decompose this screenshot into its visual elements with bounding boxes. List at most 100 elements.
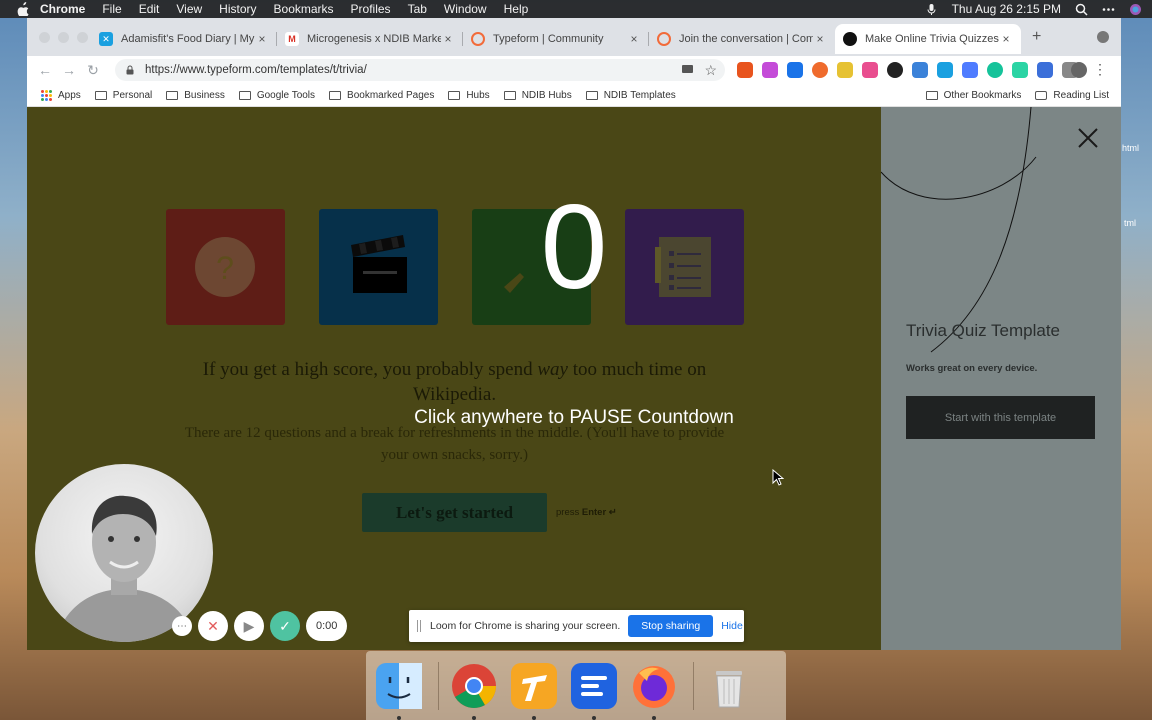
back-icon[interactable]: ←: [33, 62, 57, 78]
community-favicon-icon: [657, 32, 671, 46]
macos-dock: [366, 651, 786, 720]
desktop-file-label[interactable]: tml: [1124, 218, 1136, 228]
bookmark-label: Bookmarked Pages: [347, 89, 435, 101]
cancel-recording-button[interactable]: ✕: [198, 611, 228, 641]
close-window-button[interactable]: [39, 32, 50, 43]
bookmark-folder-other[interactable]: Other Bookmarks: [925, 90, 1022, 101]
sharing-message: Loom for Chrome is sharing your screen.: [430, 620, 621, 632]
bookmark-folder-google-tools[interactable]: Google Tools: [238, 90, 315, 101]
app-icon[interactable]: [569, 661, 619, 720]
tempo-app-icon[interactable]: [509, 661, 559, 720]
minimize-window-button[interactable]: [58, 32, 69, 43]
extension-icon[interactable]: [737, 62, 753, 78]
zoom-window-button[interactable]: [77, 32, 88, 43]
folder-icon: [448, 90, 461, 100]
firefox-icon[interactable]: [629, 661, 679, 720]
bookmark-folder-bookmarked-pages[interactable]: Bookmarked Pages: [329, 90, 434, 101]
template-headline: If you get a high score, you probably sp…: [202, 359, 707, 405]
menu-tab[interactable]: Tab: [408, 2, 427, 16]
extension-icon[interactable]: [1012, 62, 1028, 78]
tab-gmail[interactable]: M Microgenesis x NDIB Marketing ×: [277, 24, 463, 54]
spotlight-search-icon[interactable]: [1075, 3, 1088, 16]
tab-strip: ✕ Adamisfit's Food Diary | MyFitnessPal …: [27, 18, 1121, 56]
menu-edit[interactable]: Edit: [139, 2, 160, 16]
screen-sharing-bar: Loom for Chrome is sharing your screen. …: [409, 610, 744, 642]
more-options-icon[interactable]: ⋯: [172, 616, 192, 636]
reload-icon[interactable]: ↻: [81, 62, 105, 79]
siri-icon[interactable]: [1129, 3, 1142, 16]
microphone-icon[interactable]: [925, 3, 938, 16]
bookmarks-bar: Apps Personal Business Google Tools Book…: [27, 84, 1121, 107]
bookmark-apps[interactable]: Apps: [41, 89, 81, 101]
menu-history[interactable]: History: [219, 2, 256, 16]
finish-recording-button[interactable]: ✓: [270, 611, 300, 641]
extension-icon[interactable]: [1037, 62, 1053, 78]
browser-menu-icon[interactable]: ⋮: [1093, 61, 1107, 78]
reading-list-button[interactable]: Reading List: [1035, 90, 1109, 101]
stop-sharing-button[interactable]: Stop sharing: [628, 615, 714, 637]
extension-icon[interactable]: [887, 62, 903, 78]
lock-icon[interactable]: [125, 65, 135, 75]
bookmark-folder-personal[interactable]: Personal: [94, 90, 152, 101]
close-icon[interactable]: [1077, 127, 1099, 149]
window-controls: [39, 32, 88, 43]
extension-icon[interactable]: [962, 62, 978, 78]
extension-icon[interactable]: [937, 62, 953, 78]
forward-icon[interactable]: →: [57, 62, 81, 78]
bookmark-folder-ndib-hubs[interactable]: NDIB Hubs: [503, 89, 572, 101]
desktop-file-label[interactable]: html: [1122, 143, 1139, 153]
close-tab-icon[interactable]: ×: [813, 32, 827, 46]
pause-countdown-message[interactable]: Click anywhere to PAUSE Countdown: [27, 407, 1121, 429]
menu-window[interactable]: Window: [444, 2, 487, 16]
menu-profiles[interactable]: Profiles: [351, 2, 391, 16]
profile-avatar[interactable]: [1071, 62, 1087, 78]
camera-in-use-icon[interactable]: [682, 65, 693, 73]
lets-get-started-button[interactable]: Let's get started: [362, 493, 547, 532]
pause-recording-button[interactable]: ▶: [234, 611, 264, 641]
menu-bookmarks[interactable]: Bookmarks: [274, 2, 334, 16]
extension-icon[interactable]: [762, 62, 778, 78]
bookmark-label: Other Bookmarks: [943, 90, 1022, 101]
loom-recording-controls: ⋯ ✕ ▶ ✓ 0:00: [172, 611, 348, 641]
bookmark-label: Business: [184, 89, 225, 101]
tab-myfitnesspal[interactable]: ✕ Adamisfit's Food Diary | MyFitnessPal …: [91, 24, 277, 54]
tab-trivia-quizzes[interactable]: Make Online Trivia Quizzes—Free ×: [835, 24, 1021, 54]
tab-typeform-community[interactable]: Typeform | Community ×: [463, 24, 649, 54]
myfitnesspal-favicon-icon: ✕: [99, 32, 113, 46]
trash-icon[interactable]: [704, 661, 754, 711]
tab-search-icon[interactable]: [1097, 31, 1109, 43]
menu-chrome[interactable]: Chrome: [40, 2, 85, 16]
bookmark-label: NDIB Hubs: [521, 89, 572, 101]
menu-help[interactable]: Help: [504, 2, 529, 16]
close-tab-icon[interactable]: ×: [999, 32, 1013, 46]
chrome-icon[interactable]: [449, 661, 499, 720]
extension-icon[interactable]: [812, 62, 828, 78]
menu-clock[interactable]: Thu Aug 26 2:15 PM: [952, 2, 1061, 16]
extension-icon[interactable]: [837, 62, 853, 78]
menu-view[interactable]: View: [176, 2, 202, 16]
grammarly-icon[interactable]: [987, 62, 1003, 78]
recording-timer: 0:00: [306, 611, 348, 641]
close-tab-icon[interactable]: ×: [627, 32, 641, 46]
countdown-number[interactable]: 0: [27, 187, 1121, 307]
hide-sharing-bar-link[interactable]: Hide: [721, 620, 743, 632]
extension-icon[interactable]: [787, 62, 803, 78]
template-title: Trivia Quiz Template: [906, 321, 1060, 340]
bookmark-star-icon[interactable]: ☆: [704, 62, 717, 79]
extension-icon[interactable]: [912, 62, 928, 78]
address-bar[interactable]: https://www.typeform.com/templates/t/tri…: [115, 59, 725, 81]
drag-handle-icon[interactable]: [417, 620, 421, 632]
tab-join-conversation[interactable]: Join the conversation | Community ×: [649, 24, 835, 54]
close-tab-icon[interactable]: ×: [441, 32, 455, 46]
bookmark-folder-business[interactable]: Business: [166, 90, 225, 101]
new-tab-icon[interactable]: +: [1032, 28, 1041, 46]
control-center-icon[interactable]: [1102, 3, 1115, 16]
bookmark-folder-ndib-templates[interactable]: NDIB Templates: [585, 90, 676, 101]
menu-file[interactable]: File: [102, 2, 121, 16]
close-tab-icon[interactable]: ×: [255, 32, 269, 46]
url-text: https://www.typeform.com/templates/t/tri…: [145, 64, 367, 76]
bookmark-folder-hubs[interactable]: Hubs: [448, 90, 490, 101]
finder-icon[interactable]: [374, 661, 424, 720]
apple-icon[interactable]: [16, 2, 30, 16]
extension-icon[interactable]: [862, 62, 878, 78]
